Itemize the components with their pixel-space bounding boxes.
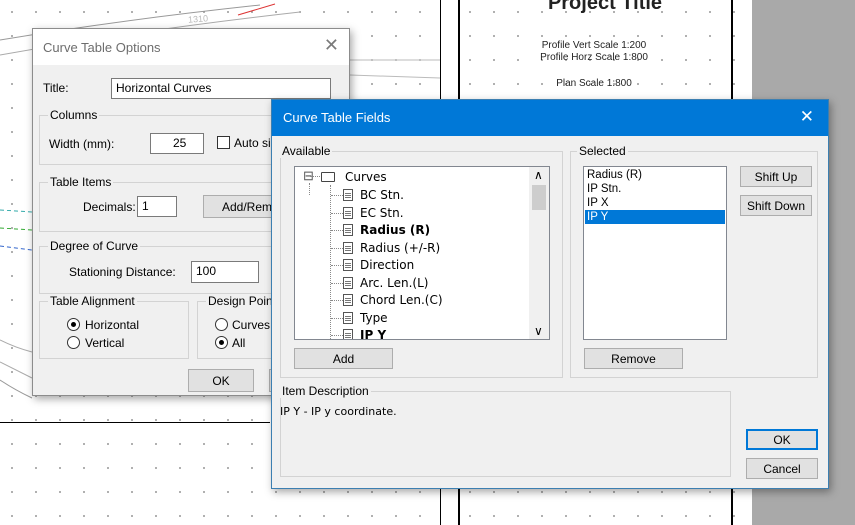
selected-legend: Selected [577, 144, 628, 158]
all-radio[interactable] [215, 336, 228, 349]
remove-button[interactable]: Remove [584, 348, 683, 369]
tree-branch-line [331, 230, 343, 231]
stationing-label: Stationing Distance: [69, 265, 176, 279]
close-icon[interactable]: ✕ [324, 35, 339, 56]
contour-label: 1310 [187, 13, 209, 25]
plan-scale: Plan Scale 1:800 [556, 78, 632, 89]
title-input[interactable]: Horizontal Curves [111, 78, 331, 99]
document-icon [343, 189, 353, 201]
curves-radio[interactable] [215, 318, 228, 331]
tree-root-label: Curves [345, 170, 387, 184]
tree-branch-line [310, 176, 320, 177]
document-icon [343, 259, 353, 271]
decimals-label: Decimals: [83, 200, 136, 214]
tree-branch-line [331, 247, 343, 249]
tree-item-label: Radius (R) [360, 223, 431, 237]
tree-branch-line [331, 265, 343, 266]
available-tree[interactable]: ⊟ Curves BC Stn. EC Stn. Radius (R) Radius … [294, 166, 550, 340]
shift-up-button[interactable]: Shift Up [740, 166, 812, 187]
tree-branch-line [331, 282, 343, 284]
curve-table-fields-dialog: Curve Table Fields ✕ Available ⊟ Curves … [271, 99, 829, 489]
tree-scrollbar[interactable]: ∧ ∨ [529, 167, 549, 339]
document-icon [343, 311, 353, 324]
columns-legend: Columns [48, 108, 100, 122]
horizontal-label: Horizontal [85, 318, 140, 332]
document-icon [343, 224, 353, 236]
selected-list-item[interactable]: IP Stn. [585, 182, 725, 196]
document-icon [343, 294, 353, 306]
options-titlebar[interactable]: Curve Table Options ✕ [33, 29, 349, 65]
options-ok-button[interactable]: OK [188, 369, 254, 392]
item-description-text: IP Y - IP y coordinate. [280, 405, 397, 418]
item-description-group: Item Description [280, 384, 731, 477]
vertical-label: Vertical [85, 336, 125, 350]
folder-icon [321, 172, 335, 182]
fields-ok-button[interactable]: OK [746, 429, 818, 450]
scroll-up-icon[interactable]: ∧ [534, 168, 543, 182]
tree-branch-line [331, 195, 343, 196]
available-legend: Available [280, 144, 333, 158]
tree-branch-line [309, 183, 310, 195]
document-icon [343, 329, 353, 339]
auto-size-checkbox[interactable] [217, 136, 230, 149]
tree-branch-line [331, 335, 343, 336]
alignment-legend: Table Alignment [48, 294, 137, 308]
fields-titlebar[interactable]: Curve Table Fields ✕ [272, 100, 828, 136]
fields-cancel-button[interactable]: Cancel [746, 458, 818, 479]
tree-item-label: IP Y [360, 328, 387, 340]
all-label: All [232, 336, 246, 350]
tree-item-label: EC Stn. [360, 205, 404, 220]
selected-list[interactable]: Radius (R) IP Stn. IP X IP Y [583, 166, 727, 340]
tree-item-label: BC Stn. [360, 188, 404, 202]
tree-item-label: Arc. Len.(L) [360, 275, 429, 290]
scroll-thumb[interactable] [532, 185, 546, 210]
title-label: Title: [43, 81, 69, 95]
table-items-legend: Table Items [48, 175, 114, 189]
horizontal-radio[interactable] [67, 318, 80, 331]
tree-branch-line [331, 212, 343, 214]
decimals-input[interactable]: 1 [137, 196, 177, 217]
add-button[interactable]: Add [294, 348, 393, 369]
tree-branch-line [331, 300, 343, 301]
close-icon[interactable]: ✕ [800, 107, 814, 127]
selected-list-item[interactable]: IP Y [585, 210, 725, 224]
scroll-down-icon[interactable]: ∨ [534, 324, 543, 338]
stationing-input[interactable]: 100 [191, 261, 259, 283]
tree-item-label: Direction [360, 258, 415, 272]
item-description-legend: Item Description [280, 384, 371, 398]
options-title: Curve Table Options [43, 40, 161, 55]
tree-item-label: Radius (+/-R) [360, 240, 441, 255]
document-icon [343, 241, 353, 254]
fields-title: Curve Table Fields [283, 110, 391, 125]
curves-label: Curves [232, 318, 271, 332]
vertical-radio[interactable] [67, 336, 80, 349]
degree-legend: Degree of Curve [48, 239, 141, 253]
profile-horz-scale: Profile Horz Scale 1:800 [540, 52, 648, 63]
sheet-title: Project Title [547, 0, 663, 14]
shift-down-button[interactable]: Shift Down [740, 195, 812, 216]
tree-item-label: Chord Len.(C) [360, 293, 443, 307]
design-legend: Design Point [206, 294, 279, 308]
document-icon [343, 276, 353, 289]
document-icon [343, 206, 353, 219]
tree-branch-line [331, 317, 343, 319]
tree-item-label: Type [360, 310, 388, 325]
selected-list-item[interactable]: IP X [585, 196, 725, 210]
selected-list-item[interactable]: Radius (R) [585, 168, 725, 182]
width-label: Width (mm): [49, 137, 115, 151]
profile-vert-scale: Profile Vert Scale 1:200 [541, 40, 647, 51]
width-input[interactable]: 25 [150, 133, 204, 154]
